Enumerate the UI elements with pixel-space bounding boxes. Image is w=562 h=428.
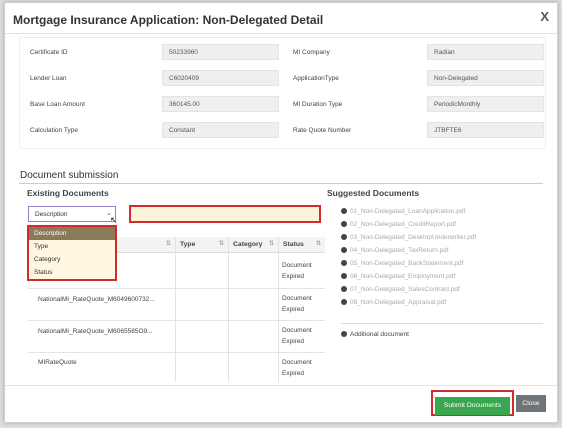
suggested-document-item[interactable]: 03_Non-Delegated_DesktopUnderwriter.pdf [341,234,541,245]
suggested-document-item[interactable]: 05_Non-Delegated_BankStatement.pdf [341,260,541,271]
sort-icon[interactable]: ⇅ [219,240,224,247]
document-search-input[interactable] [129,205,321,223]
suggested-document-item[interactable]: 08_Non-Delegated_Appraisal.pdf [341,299,541,310]
status-cell: Document [282,295,312,302]
base-loan-amount-label: Base Loan Amount [30,101,85,108]
status-cell: Document [282,262,312,269]
dropdown-option-description[interactable]: Description [29,227,115,240]
mi-detail-modal: Mortgage Insurance Application: Non-Dele… [4,2,558,423]
arrow-right-circle-icon [341,221,347,227]
lender-loan-label: Lender Loan [30,75,67,82]
additional-document-link[interactable]: Additional document [341,331,409,338]
suggested-document-item[interactable]: 02_Non-Delegated_CreditReport.pdf [341,221,541,232]
column-header-status[interactable]: Status ⇅ [278,237,325,253]
dropdown-option-category[interactable]: Category [29,253,115,266]
suggested-documents-title: Suggested Documents [327,188,420,198]
arrow-right-circle-icon [341,260,347,266]
loan-details-panel: Certificate ID 50233960 MI Company Radia… [19,37,546,149]
mi-company-value: Radian [427,44,544,60]
status-cell: Expired [282,370,305,377]
document-description-cell[interactable]: NationalMI_RateQuote_M6065585O9... [38,328,153,335]
certificate-id-value: 50233960 [162,44,279,60]
certificate-id-label: Certificate ID [30,49,68,56]
rate-quote-number-label: Rate Quote Number [293,127,352,134]
arrow-right-circle-icon [341,286,347,292]
calculation-type-value: Constant [162,122,279,138]
sort-icon[interactable]: ⇅ [316,240,321,247]
application-type-label: ApplicationType [293,75,339,82]
sort-icon[interactable]: ⇅ [166,240,171,247]
arrow-right-circle-icon [341,234,347,240]
sort-icon[interactable]: ⇅ [269,240,274,247]
dropdown-option-status[interactable]: Status [29,266,115,279]
section-divider [19,183,543,184]
dropdown-option-type[interactable]: Type [29,240,115,253]
footer-divider [5,385,557,386]
modal-title: Mortgage Insurance Application: Non-Dele… [13,13,324,27]
lender-loan-value: C6020409 [162,70,279,86]
add-circle-icon [341,331,347,337]
base-loan-amount-value: 360145.00 [162,96,279,112]
document-submission-title: Document submission [20,170,119,181]
suggested-document-item[interactable]: 04_Non-Delegated_TaxReturn.pdf [341,247,541,258]
close-icon[interactable]: X [540,9,549,24]
status-cell: Expired [282,273,305,280]
arrow-right-circle-icon [341,273,347,279]
submit-button-highlight: Submit Documents [431,390,514,416]
application-type-value: Non-Delegated [427,70,544,86]
divider [5,33,557,34]
close-button[interactable]: Close [516,395,546,412]
mi-duration-type-value: PeriodicMonthly [427,96,544,112]
mi-duration-type-label: MI Duration Type [293,101,343,108]
status-cell: Expired [282,338,305,345]
document-description-cell[interactable]: MIRateQuote [38,359,77,366]
filter-field-select[interactable]: Description ⌄ [28,206,116,222]
column-header-category[interactable]: Category ⇅ [228,237,278,253]
suggested-document-item[interactable]: 06_Non-Delegated_Employment.pdf [341,273,541,284]
arrow-right-circle-icon [341,247,347,253]
column-header-type[interactable]: Type ⇅ [175,237,228,253]
calculation-type-label: Calculation Type [30,127,78,134]
submit-documents-button[interactable]: Submit Documents [435,396,510,415]
filter-field-dropdown: Description Type Category Status [27,225,117,281]
arrow-right-circle-icon [341,208,347,214]
mi-company-label: MI Company [293,49,330,56]
suggested-document-item[interactable]: 01_Non-Delegated_LoanApplication.pdf [341,208,541,219]
status-cell: Document [282,359,312,366]
status-cell: Document [282,327,312,334]
existing-documents-title: Existing Documents [27,188,109,198]
suggested-document-item[interactable]: 07_Non-Delegated_SalesContract.pdf [341,286,541,297]
status-cell: Expired [282,306,305,313]
rate-quote-number-value: JTBFTE6 [427,122,544,138]
divider [341,323,543,324]
document-description-cell[interactable]: NationalMI_RateQuote_M6049600732... [38,296,155,303]
arrow-right-circle-icon [341,299,347,305]
